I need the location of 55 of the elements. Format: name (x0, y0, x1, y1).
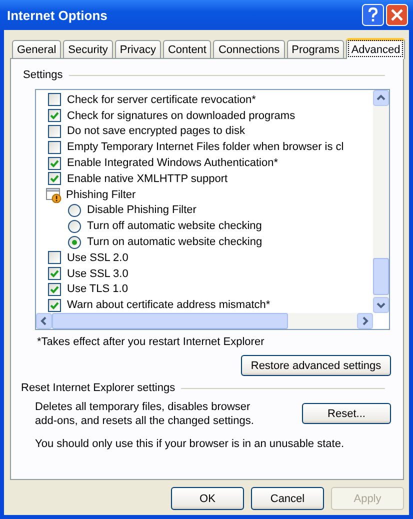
window-title: Internet Options (7, 8, 108, 22)
option-label: Empty Temporary Internet Files folder when browser is cl (67, 141, 344, 154)
checkbox[interactable] (48, 156, 61, 170)
restart-note: *Takes effect after you restart Internet Explorer (37, 336, 266, 348)
tab[interactable]: Programs (286, 40, 344, 58)
checkbox[interactable] (48, 124, 61, 138)
option-label: Use SSL 3.0 (67, 268, 128, 280)
restore-button[interactable]: Restore advanced settings (241, 355, 391, 376)
dialog-button[interactable]: Cancel (251, 487, 324, 510)
radio-button[interactable] (68, 204, 81, 217)
option-label: Use SSL 2.0 (67, 252, 128, 264)
tab[interactable]: General (12, 40, 62, 58)
checkbox[interactable] (48, 267, 61, 280)
scroll-down-button[interactable] (373, 297, 389, 313)
reset-button[interactable]: Reset... (302, 403, 391, 424)
option-label: Warn about certificate address mismatch* (67, 299, 270, 312)
radio-button[interactable] (68, 236, 81, 249)
option-label: Do not save encrypted pages to disk (67, 125, 245, 138)
scroll-right-button[interactable] (357, 313, 373, 329)
horizontal-scrollbar[interactable] (36, 313, 373, 329)
option-label: Turn on automatic website checking (87, 236, 262, 248)
tab[interactable]: Security (63, 40, 113, 58)
group-title: Settings (23, 69, 63, 81)
scroll-thumb[interactable] (373, 258, 389, 295)
tab[interactable]: Advanced (346, 38, 406, 59)
option-label: Check for signatures on downloaded programs (67, 110, 296, 122)
tab[interactable]: Content (162, 40, 212, 58)
group-title: Reset Internet Explorer settings (21, 382, 176, 394)
scroll-left-button[interactable] (36, 313, 52, 329)
reset-description: Deletes all temporary files, disables browser add-ons, and resets all the changed settings. (35, 400, 255, 428)
option-label: Check for server certificate revocation* (67, 94, 256, 106)
checkbox[interactable] (48, 109, 61, 122)
option-label: Enable Integrated Windows Authentication* (67, 157, 278, 170)
checkbox[interactable] (48, 298, 61, 312)
checkbox[interactable] (48, 140, 61, 154)
option-label: Use TLS 1.0 (67, 283, 128, 296)
checkbox[interactable] (48, 93, 61, 106)
option-label: Enable native XMLHTTP support (67, 172, 228, 185)
vertical-scrollbar[interactable] (373, 90, 389, 313)
help-icon[interactable] (362, 4, 384, 26)
dialog-button[interactable]: OK (171, 487, 244, 510)
option-label: Turn off automatic website checking (87, 220, 262, 232)
radio-button[interactable] (68, 220, 81, 233)
tab[interactable]: Connections (213, 40, 285, 58)
checkbox[interactable] (48, 172, 61, 186)
checkbox[interactable] (48, 251, 61, 264)
window-warning-icon (46, 186, 62, 203)
scroll-thumb[interactable] (52, 313, 288, 329)
group-label: Phishing Filter (66, 188, 136, 201)
checkbox[interactable] (48, 282, 61, 296)
tab[interactable]: Privacy (114, 40, 161, 58)
close-icon[interactable] (386, 4, 408, 26)
reset-warning: You should only use this if your browser is in an unusable state. (34, 438, 345, 450)
option-label: Disable Phishing Filter (87, 204, 196, 216)
scroll-up-button[interactable] (373, 90, 389, 106)
